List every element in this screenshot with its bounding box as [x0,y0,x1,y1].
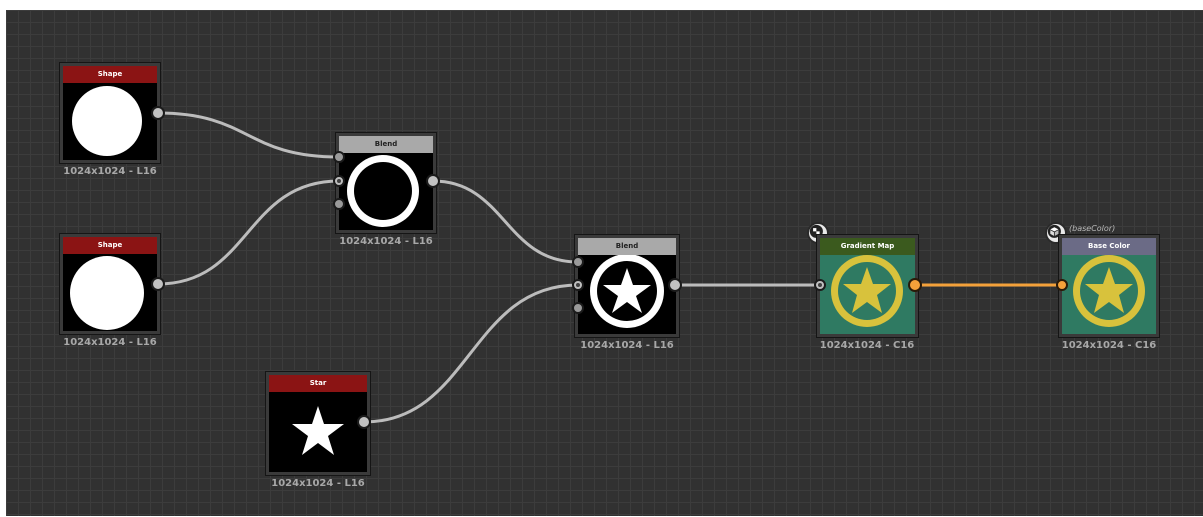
node-thumbnail-star-in-ring [578,255,676,334]
node-resolution: 1024x1024 - L16 [271,478,365,489]
node-thumbnail-disc [63,254,157,331]
shape-node-2[interactable]: Shape [59,233,161,335]
input-port[interactable] [1056,279,1068,291]
node-thumbnail-colored-star [1062,255,1156,334]
shape-node-1[interactable]: Shape [59,62,161,164]
output-port[interactable] [151,277,165,291]
output-port[interactable] [426,174,440,188]
node-resolution: 1024x1024 - C16 [819,340,915,351]
output-port[interactable] [357,415,371,429]
input-port-opacity[interactable] [333,198,345,210]
input-port-opacity[interactable] [572,302,584,314]
input-port-background[interactable] [572,279,584,291]
node-thumbnail-colored-star [820,255,915,334]
node-title: Gradient Map [820,238,915,255]
node-title: Base Color [1062,238,1156,255]
blend-node-2[interactable]: Blend [574,234,680,338]
node-title: Shape [63,237,157,254]
base-color-node[interactable]: Base Color [1058,234,1160,338]
output-port[interactable] [908,278,922,292]
node-thumbnail-star [269,392,367,472]
node-title: Star [269,375,367,392]
node-title: Blend [578,238,676,255]
node-resolution: 1024x1024 - C16 [1061,340,1157,351]
node-resolution: 1024x1024 - L16 [339,236,433,247]
input-port-foreground[interactable] [333,151,345,163]
node-resolution: 1024x1024 - L16 [580,340,674,351]
output-port[interactable] [668,278,682,292]
input-port[interactable] [814,279,826,291]
node-resolution: 1024x1024 - L16 [63,166,157,177]
node-thumbnail-ring [339,153,433,230]
star-node[interactable]: Star [265,371,371,476]
node-thumbnail-disc [63,83,157,160]
usage-label: (baseColor) [1069,224,1116,233]
gradient-map-node[interactable]: Gradient Map [816,234,919,338]
input-port-foreground[interactable] [572,256,584,268]
node-title: Shape [63,66,157,83]
output-port[interactable] [151,106,165,120]
node-resolution: 1024x1024 - L16 [63,337,157,348]
node-title: Blend [339,136,433,153]
blend-node-1[interactable]: Blend [335,132,437,234]
input-port-background[interactable] [333,175,345,187]
